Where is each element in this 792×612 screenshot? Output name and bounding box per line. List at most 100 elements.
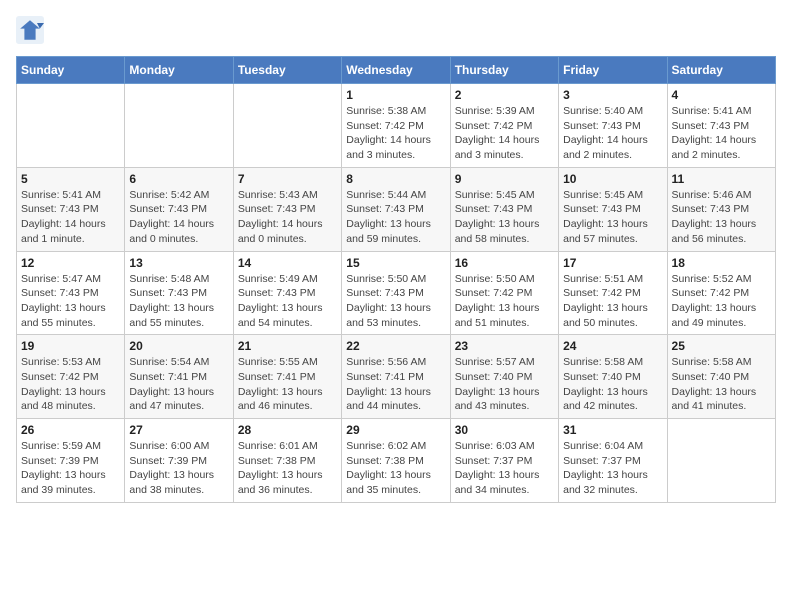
- day-number: 14: [238, 256, 337, 270]
- day-info: Sunrise: 5:45 AM Sunset: 7:43 PM Dayligh…: [455, 188, 554, 247]
- day-number: 22: [346, 339, 445, 353]
- day-cell: [667, 419, 775, 503]
- week-row-3: 12 Sunrise: 5:47 AM Sunset: 7:43 PM Dayli…: [17, 251, 776, 335]
- day-cell: 23 Sunrise: 5:57 AM Sunset: 7:40 PM Dayli…: [450, 335, 558, 419]
- day-info: Sunrise: 5:46 AM Sunset: 7:43 PM Dayligh…: [672, 188, 771, 247]
- day-number: 7: [238, 172, 337, 186]
- day-number: 20: [129, 339, 228, 353]
- week-row-1: 1Sunrise: 5:38 AM Sunset: 7:42 PM Daylig…: [17, 84, 776, 168]
- day-info: Sunrise: 5:43 AM Sunset: 7:43 PM Dayligh…: [238, 188, 337, 247]
- calendar-header: SundayMondayTuesdayWednesdayThursdayFrid…: [17, 57, 776, 84]
- day-cell: 25 Sunrise: 5:58 AM Sunset: 7:40 PM Dayli…: [667, 335, 775, 419]
- week-row-2: 5Sunrise: 5:41 AM Sunset: 7:43 PM Daylig…: [17, 167, 776, 251]
- day-info: Sunrise: 5:51 AM Sunset: 7:42 PM Dayligh…: [563, 272, 662, 331]
- day-info: Sunrise: 5:45 AM Sunset: 7:43 PM Dayligh…: [563, 188, 662, 247]
- day-cell: 15 Sunrise: 5:50 AM Sunset: 7:43 PM Dayli…: [342, 251, 450, 335]
- day-info: Sunrise: 5:55 AM Sunset: 7:41 PM Dayligh…: [238, 355, 337, 414]
- day-cell: 27 Sunrise: 6:00 AM Sunset: 7:39 PM Dayli…: [125, 419, 233, 503]
- day-info: Sunrise: 5:58 AM Sunset: 7:40 PM Dayligh…: [563, 355, 662, 414]
- day-number: 3: [563, 88, 662, 102]
- day-cell: 24 Sunrise: 5:58 AM Sunset: 7:40 PM Dayli…: [559, 335, 667, 419]
- day-number: 19: [21, 339, 120, 353]
- day-cell: 11 Sunrise: 5:46 AM Sunset: 7:43 PM Dayli…: [667, 167, 775, 251]
- day-cell: 5Sunrise: 5:41 AM Sunset: 7:43 PM Daylig…: [17, 167, 125, 251]
- day-info: Sunrise: 5:58 AM Sunset: 7:40 PM Dayligh…: [672, 355, 771, 414]
- day-info: Sunrise: 5:56 AM Sunset: 7:41 PM Dayligh…: [346, 355, 445, 414]
- page-header: [16, 16, 776, 44]
- day-number: 8: [346, 172, 445, 186]
- day-cell: [233, 84, 341, 168]
- day-cell: 26 Sunrise: 5:59 AM Sunset: 7:39 PM Dayli…: [17, 419, 125, 503]
- day-number: 21: [238, 339, 337, 353]
- week-row-4: 19 Sunrise: 5:53 AM Sunset: 7:42 PM Dayli…: [17, 335, 776, 419]
- day-cell: 4 Sunrise: 5:41 AM Sunset: 7:43 PM Daylig…: [667, 84, 775, 168]
- day-info: Sunrise: 6:02 AM Sunset: 7:38 PM Dayligh…: [346, 439, 445, 498]
- day-cell: 31 Sunrise: 6:04 AM Sunset: 7:37 PM Dayli…: [559, 419, 667, 503]
- day-number: 26: [21, 423, 120, 437]
- day-cell: 9Sunrise: 5:45 AM Sunset: 7:43 PM Daylig…: [450, 167, 558, 251]
- day-info: Sunrise: 5:50 AM Sunset: 7:42 PM Dayligh…: [455, 272, 554, 331]
- day-cell: [17, 84, 125, 168]
- day-info: Sunrise: 6:04 AM Sunset: 7:37 PM Dayligh…: [563, 439, 662, 498]
- day-number: 29: [346, 423, 445, 437]
- day-cell: 6Sunrise: 5:42 AM Sunset: 7:43 PM Daylig…: [125, 167, 233, 251]
- day-cell: 14Sunrise: 5:49 AM Sunset: 7:43 PM Dayli…: [233, 251, 341, 335]
- weekday-header-sunday: Sunday: [17, 57, 125, 84]
- day-number: 11: [672, 172, 771, 186]
- day-number: 4: [672, 88, 771, 102]
- day-number: 24: [563, 339, 662, 353]
- day-cell: 20Sunrise: 5:54 AM Sunset: 7:41 PM Dayli…: [125, 335, 233, 419]
- day-info: Sunrise: 5:59 AM Sunset: 7:39 PM Dayligh…: [21, 439, 120, 498]
- day-number: 25: [672, 339, 771, 353]
- calendar-body: 1Sunrise: 5:38 AM Sunset: 7:42 PM Daylig…: [17, 84, 776, 503]
- logo-icon: [16, 16, 44, 44]
- day-info: Sunrise: 6:00 AM Sunset: 7:39 PM Dayligh…: [129, 439, 228, 498]
- weekday-header-monday: Monday: [125, 57, 233, 84]
- day-info: Sunrise: 5:47 AM Sunset: 7:43 PM Dayligh…: [21, 272, 120, 331]
- day-number: 13: [129, 256, 228, 270]
- day-info: Sunrise: 5:52 AM Sunset: 7:42 PM Dayligh…: [672, 272, 771, 331]
- weekday-header-friday: Friday: [559, 57, 667, 84]
- day-cell: 29 Sunrise: 6:02 AM Sunset: 7:38 PM Dayli…: [342, 419, 450, 503]
- day-cell: 13 Sunrise: 5:48 AM Sunset: 7:43 PM Dayli…: [125, 251, 233, 335]
- day-cell: 3 Sunrise: 5:40 AM Sunset: 7:43 PM Daylig…: [559, 84, 667, 168]
- weekday-header-saturday: Saturday: [667, 57, 775, 84]
- day-cell: 1Sunrise: 5:38 AM Sunset: 7:42 PM Daylig…: [342, 84, 450, 168]
- day-number: 15: [346, 256, 445, 270]
- day-info: Sunrise: 6:01 AM Sunset: 7:38 PM Dayligh…: [238, 439, 337, 498]
- day-number: 27: [129, 423, 228, 437]
- day-info: Sunrise: 5:42 AM Sunset: 7:43 PM Dayligh…: [129, 188, 228, 247]
- day-number: 23: [455, 339, 554, 353]
- day-info: Sunrise: 5:48 AM Sunset: 7:43 PM Dayligh…: [129, 272, 228, 331]
- day-cell: 21 Sunrise: 5:55 AM Sunset: 7:41 PM Dayli…: [233, 335, 341, 419]
- day-cell: 8Sunrise: 5:44 AM Sunset: 7:43 PM Daylig…: [342, 167, 450, 251]
- day-info: Sunrise: 5:41 AM Sunset: 7:43 PM Dayligh…: [21, 188, 120, 247]
- day-number: 17: [563, 256, 662, 270]
- day-cell: 28 Sunrise: 6:01 AM Sunset: 7:38 PM Dayli…: [233, 419, 341, 503]
- weekday-header-thursday: Thursday: [450, 57, 558, 84]
- day-cell: [125, 84, 233, 168]
- day-number: 16: [455, 256, 554, 270]
- day-info: Sunrise: 5:40 AM Sunset: 7:43 PM Dayligh…: [563, 104, 662, 163]
- calendar-table: SundayMondayTuesdayWednesdayThursdayFrid…: [16, 56, 776, 503]
- day-number: 1: [346, 88, 445, 102]
- day-number: 12: [21, 256, 120, 270]
- day-info: Sunrise: 5:53 AM Sunset: 7:42 PM Dayligh…: [21, 355, 120, 414]
- day-number: 2: [455, 88, 554, 102]
- day-number: 10: [563, 172, 662, 186]
- day-info: Sunrise: 5:57 AM Sunset: 7:40 PM Dayligh…: [455, 355, 554, 414]
- day-cell: 16 Sunrise: 5:50 AM Sunset: 7:42 PM Dayli…: [450, 251, 558, 335]
- day-number: 18: [672, 256, 771, 270]
- day-info: Sunrise: 5:39 AM Sunset: 7:42 PM Dayligh…: [455, 104, 554, 163]
- day-number: 28: [238, 423, 337, 437]
- day-cell: 2 Sunrise: 5:39 AM Sunset: 7:42 PM Daylig…: [450, 84, 558, 168]
- day-info: Sunrise: 5:50 AM Sunset: 7:43 PM Dayligh…: [346, 272, 445, 331]
- weekday-row: SundayMondayTuesdayWednesdayThursdayFrid…: [17, 57, 776, 84]
- day-number: 31: [563, 423, 662, 437]
- week-row-5: 26 Sunrise: 5:59 AM Sunset: 7:39 PM Dayli…: [17, 419, 776, 503]
- day-cell: 17 Sunrise: 5:51 AM Sunset: 7:42 PM Dayli…: [559, 251, 667, 335]
- day-info: Sunrise: 5:41 AM Sunset: 7:43 PM Dayligh…: [672, 104, 771, 163]
- day-cell: 10 Sunrise: 5:45 AM Sunset: 7:43 PM Dayli…: [559, 167, 667, 251]
- day-info: Sunrise: 6:03 AM Sunset: 7:37 PM Dayligh…: [455, 439, 554, 498]
- day-cell: 18 Sunrise: 5:52 AM Sunset: 7:42 PM Dayli…: [667, 251, 775, 335]
